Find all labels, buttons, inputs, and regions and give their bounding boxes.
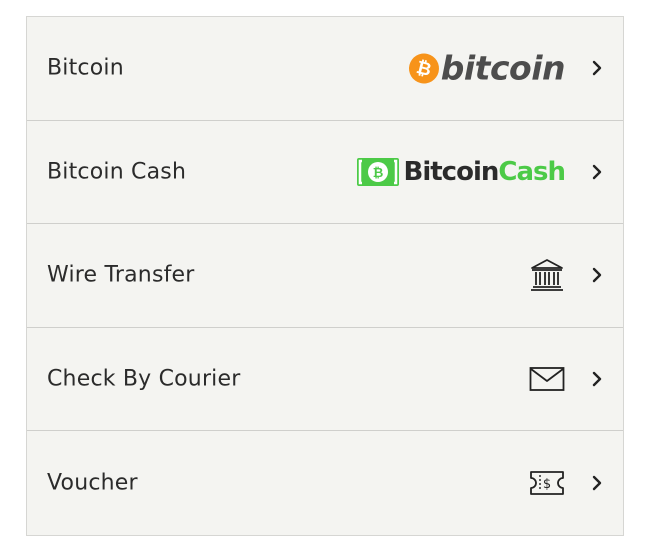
envelope-icon — [529, 366, 565, 392]
payment-option-wire-transfer[interactable]: Wire Transfer — [27, 224, 623, 328]
payment-option-label: Bitcoin — [47, 55, 124, 81]
voucher-icon: $ — [529, 470, 565, 496]
payment-option-label: Bitcoin Cash — [47, 159, 187, 185]
chevron-right-icon — [592, 371, 602, 386]
chevron-right-icon — [592, 268, 602, 283]
payment-option-label: Wire Transfer — [47, 262, 195, 288]
svg-text:$: $ — [543, 477, 551, 492]
bitcoin-cash-logo-text: BitcoinCash — [403, 156, 566, 187]
payment-option-bitcoin[interactable]: Bitcoin ₿ bitcoin — [27, 17, 623, 121]
chevron-right-icon — [592, 164, 602, 179]
chevron-right-icon — [592, 475, 602, 490]
bitcoin-coin-icon: ₿ — [405, 50, 442, 87]
chevron-right-icon — [592, 61, 602, 76]
payment-option-voucher[interactable]: Voucher $ — [27, 431, 623, 535]
payment-method-list: Bitcoin ₿ bitcoin Bitcoin Cash ₿ Bitcoin… — [26, 16, 624, 536]
bitcoin-logo-text: bitcoin — [440, 48, 566, 88]
payment-option-check-by-courier[interactable]: Check By Courier — [27, 328, 623, 431]
bank-icon — [529, 257, 565, 293]
payment-option-bitcoin-cash[interactable]: Bitcoin Cash ₿ BitcoinCash — [27, 121, 623, 224]
bitcoin-cash-logo: ₿ BitcoinCash — [356, 156, 566, 187]
bitcoin-logo: ₿ bitcoin — [405, 48, 566, 88]
payment-option-label: Voucher — [47, 470, 138, 496]
svg-text:₿: ₿ — [372, 166, 383, 181]
payment-option-label: Check By Courier — [47, 366, 241, 392]
bitcoin-cash-coin-icon: ₿ — [356, 157, 399, 186]
